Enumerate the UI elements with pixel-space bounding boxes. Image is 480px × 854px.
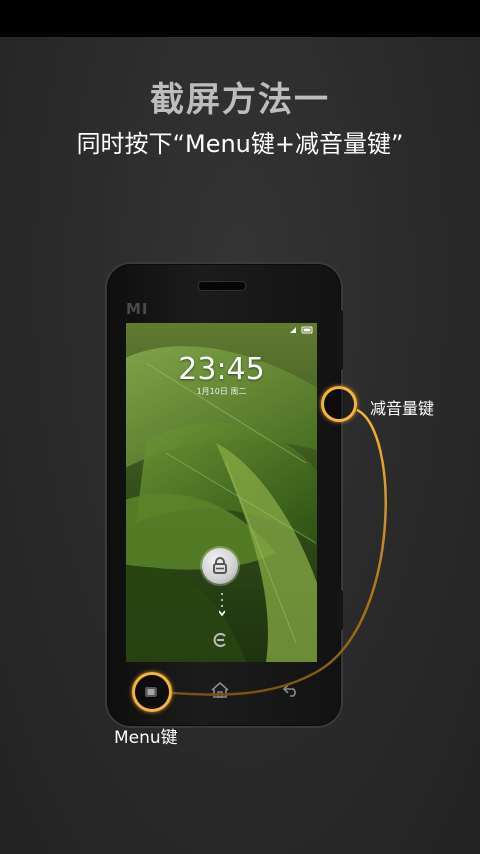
volume-down-highlight — [321, 386, 357, 422]
connector-line — [171, 408, 387, 696]
menu-key-label: Menu键 — [114, 728, 178, 748]
menu-icon — [145, 687, 157, 697]
volume-down-label: 减音量键 — [370, 399, 435, 418]
